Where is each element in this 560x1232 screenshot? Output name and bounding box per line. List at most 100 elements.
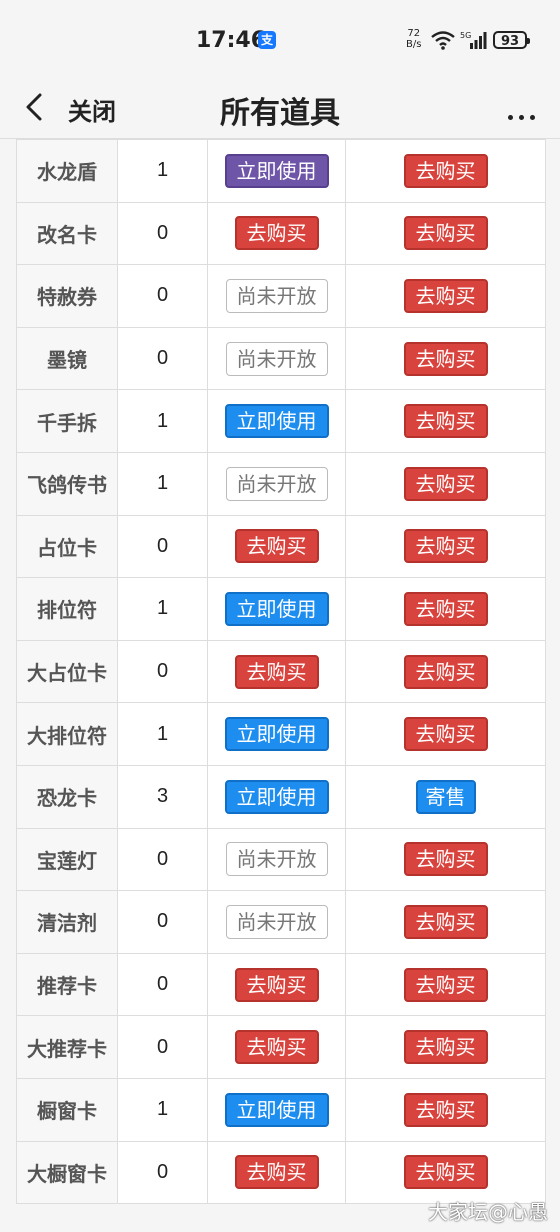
table-row: 改名卡 0 去购买 去购买 [16,201,546,266]
buy-button[interactable]: 去购买 [403,1030,488,1065]
use-now-button[interactable]: 立即使用 [224,404,329,439]
item-name: 橱窗卡 [16,1077,118,1142]
network-speed: 72 B/s [406,28,421,50]
buy-button[interactable]: 去购买 [403,904,488,939]
buy-cell: 去购买 [345,702,546,766]
buy-button[interactable]: 去购买 [403,404,488,439]
item-count: 1 [117,702,208,766]
item-name: 千手拆 [16,389,118,453]
item-name: 清洁剂 [16,890,118,954]
buy-button[interactable]: 去购买 [403,1092,488,1127]
buy-button[interactable]: 去购买 [403,1155,488,1190]
buy-button[interactable]: 去购买 [234,1155,319,1190]
item-count: 0 [117,1015,208,1079]
item-count: 1 [117,1077,208,1142]
buy-button[interactable]: 去购买 [403,654,488,689]
table-row: 飞鸽传书 1 尚未开放 去购买 [16,451,546,516]
table-row: 水龙盾 1 立即使用 去购买 [16,139,546,203]
table-row: 大占位卡 0 去购买 去购买 [16,639,546,704]
items-table-container: 水龙盾 1 立即使用 去购买 改名卡 0 去购买 去购买 特赦券 0 尚未开放 去购买 墨镜 0 尚未开放去… [16,139,546,1205]
buy-button[interactable]: 去购买 [403,591,488,626]
item-name: 恐龙卡 [16,764,118,829]
item-count: 0 [117,952,208,1017]
buy-cell: 去购买 [345,326,546,391]
action-cell: 去购买 [207,1015,346,1079]
signal-icon: 5G [460,31,487,49]
table-row: 清洁剂 0 尚未开放 去购买 [16,890,546,954]
buy-button[interactable]: 去购买 [403,967,488,1002]
item-name: 飞鸽传书 [16,451,118,516]
table-row: 恐龙卡 3 立即使用 寄售 [16,764,546,829]
item-name: 大排位符 [16,702,118,766]
item-count: 0 [117,201,208,266]
buy-button[interactable]: 去购买 [234,654,319,689]
buy-cell: 去购买 [345,639,546,704]
item-name: 墨镜 [16,326,118,391]
buy-button[interactable]: 去购买 [403,341,488,376]
buy-cell: 去购买 [345,827,546,892]
action-cell: 立即使用 [207,764,346,829]
buy-button[interactable]: 去购买 [403,717,488,752]
table-row: 特赦券 0 尚未开放 去购买 [16,264,546,328]
use-now-button[interactable]: 立即使用 [224,779,329,814]
item-count: 0 [117,326,208,391]
item-count: 1 [117,451,208,516]
action-cell: 立即使用 [207,389,346,453]
buy-cell: 去购买 [345,201,546,266]
item-count: 1 [117,139,208,203]
consign-button[interactable]: 寄售 [415,779,476,814]
table-row: 占位卡 0 去购买 去购买 [16,514,546,579]
buy-cell: 去购买 [345,890,546,954]
not-open-button: 尚未开放 [225,842,328,877]
action-cell: 立即使用 [207,1077,346,1142]
item-name: 宝莲灯 [16,827,118,892]
action-cell: 尚未开放 [207,451,346,516]
use-now-button[interactable]: 立即使用 [224,1092,329,1127]
buy-button[interactable]: 去购买 [234,967,319,1002]
action-cell: 尚未开放 [207,890,346,954]
item-count: 3 [117,764,208,829]
not-open-button: 尚未开放 [225,904,328,939]
use-now-button[interactable]: 立即使用 [224,717,329,752]
buy-button[interactable]: 去购买 [234,1030,319,1065]
buy-button[interactable]: 去购买 [234,216,319,251]
use-now-button[interactable]: 立即使用 [224,591,329,626]
action-cell: 尚未开放 [207,264,346,328]
wifi-icon [431,31,455,50]
use-now-button[interactable]: 立即使用 [224,153,329,188]
buy-cell: 去购买 [345,139,546,203]
buy-button[interactable]: 去购买 [403,466,488,501]
buy-button[interactable]: 去购买 [403,529,488,564]
item-name: 水龙盾 [16,139,118,203]
more-dots-icon[interactable] [508,105,542,120]
buy-button[interactable]: 去购买 [234,529,319,564]
action-cell: 立即使用 [207,139,346,203]
buy-button[interactable]: 去购买 [403,842,488,877]
item-name: 排位符 [16,577,118,641]
buy-button[interactable]: 去购买 [403,216,488,251]
buy-cell: 去购买 [345,1015,546,1079]
nav-bar: 关闭 所有道具 [0,80,560,139]
buy-cell: 去购买 [345,1077,546,1142]
buy-cell: 去购买 [345,577,546,641]
buy-cell: 寄售 [345,764,546,829]
buy-cell: 去购买 [345,264,546,328]
table-row: 推荐卡 0 去购买 去购买 [16,952,546,1017]
watermark: 大家坛@心愚 [428,1200,548,1224]
action-cell: 立即使用 [207,577,346,641]
buy-cell: 去购买 [345,1140,546,1205]
item-name: 大橱窗卡 [16,1140,118,1205]
action-cell: 去购买 [207,952,346,1017]
table-row: 排位符 1 立即使用 去购买 [16,577,546,641]
item-name: 推荐卡 [16,952,118,1017]
status-time: 17:46 [196,28,267,53]
item-count: 1 [117,389,208,453]
buy-button[interactable]: 去购买 [403,153,488,188]
item-count: 0 [117,890,208,954]
battery-icon: 93 [493,31,530,49]
action-cell: 尚未开放 [207,326,346,391]
buy-button[interactable]: 去购买 [403,278,488,313]
network-speed-unit: B/s [406,39,422,50]
alipay-icon: 支 [258,31,276,49]
action-cell: 尚未开放 [207,827,346,892]
